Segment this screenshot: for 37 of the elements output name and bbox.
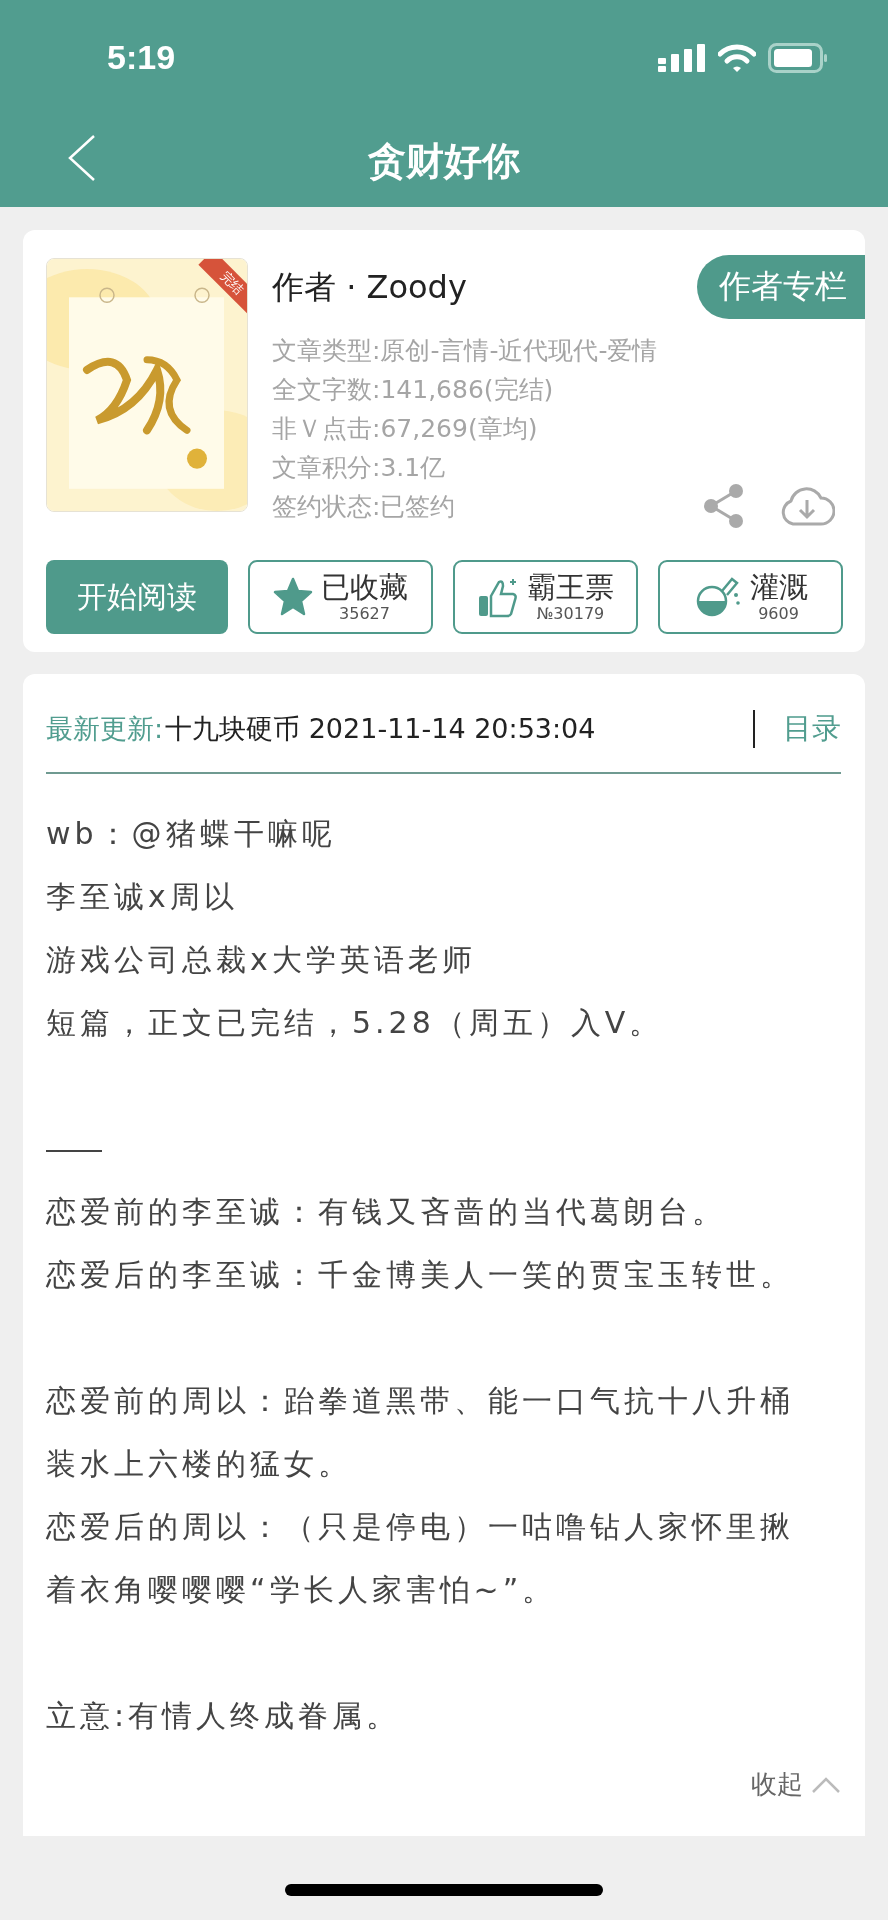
intro-paragraph: 恋爱前的李至诚：有钱又吝啬的当代葛朗台。 xyxy=(46,1193,727,1231)
latest-update-label: 最新更新: xyxy=(46,712,164,746)
book-info: 全文字数:141,686(完结) xyxy=(272,375,555,405)
latest-chapter-link[interactable]: 十九块硬币 2021-11-14 20:53:04 xyxy=(165,711,596,747)
action-label: 霸王票 xyxy=(527,570,614,604)
book-info: 文章积分:3.1亿 xyxy=(272,453,447,483)
status-time: 5:19 xyxy=(107,38,176,77)
action-count: 9609 xyxy=(758,604,799,624)
intro-paragraph: 李至诚x周以 xyxy=(46,878,239,916)
action-label: 已收藏 xyxy=(321,570,408,604)
action-button[interactable]: 灌溉 9609 xyxy=(658,560,843,634)
intro-paragraph: 立意:有情人终成眷属。 xyxy=(46,1697,402,1735)
action-button[interactable]: 已收藏 35627 xyxy=(248,560,433,634)
action-count: 35627 xyxy=(339,604,390,624)
intro-paragraph: 短篇，正文已完结，5.28（周五）入V。 xyxy=(46,1004,665,1042)
intro-paragraph: 恋爱后的李至诚：千金博美人一笑的贾宝玉转世。 xyxy=(46,1256,795,1294)
download-icon[interactable] xyxy=(779,484,835,528)
action-button[interactable]: 霸王票 №30179 xyxy=(453,560,638,634)
action-count: №30179 xyxy=(536,604,605,624)
nav-title: 贪财好你 xyxy=(368,137,520,185)
intro-paragraph: 恋爱后的周以：（只是停电）一咕噜钻人家怀里揪着衣角嘤嘤嘤“学长人家害怕~”。 xyxy=(46,1508,795,1609)
back-icon[interactable] xyxy=(68,135,96,181)
signal-icon xyxy=(658,43,706,72)
intro-paragraph: 恋爱前的周以：跆拳道黑带、能一口气抗十八升桶装水上六楼的猛女。 xyxy=(46,1382,795,1483)
thumbs-up-icon xyxy=(477,576,519,618)
author-name: 作者 · Zoody xyxy=(272,267,468,308)
action-label: 灌溉 xyxy=(749,570,808,604)
share-icon[interactable] xyxy=(703,483,745,529)
battery-icon xyxy=(768,42,828,73)
book-info: 签约状态:已签约 xyxy=(272,492,457,522)
chevron-up-icon xyxy=(811,1775,841,1794)
book-info: 非Ｖ点击:67,269(章均) xyxy=(272,414,539,444)
intro-paragraph: wb：@猪蝶干嘛呢 xyxy=(46,815,337,853)
wifi-icon xyxy=(718,43,756,72)
book-info: 文章类型:原创-言情-近代现代-爱情 xyxy=(272,336,658,366)
intro-paragraph: 游戏公司总裁x大学英语老师 xyxy=(46,941,477,979)
collapse-button[interactable]: 收起 xyxy=(751,1767,841,1802)
